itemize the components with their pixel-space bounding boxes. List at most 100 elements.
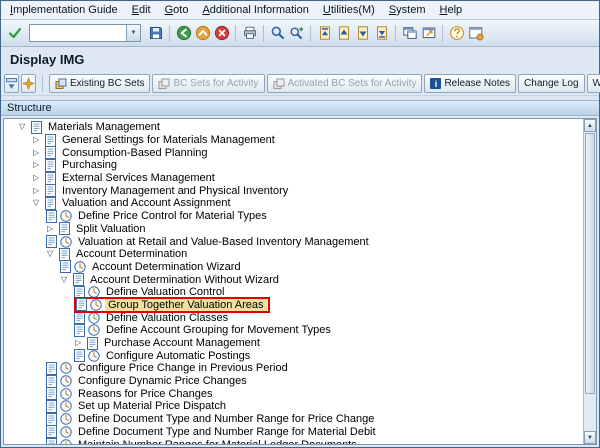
- expand-arrow-icon[interactable]: ▷: [32, 174, 45, 182]
- create-shortcut-icon[interactable]: [419, 24, 438, 43]
- tree-item-label[interactable]: Materials Management: [45, 121, 163, 133]
- save-icon[interactable]: [146, 24, 165, 43]
- position-button[interactable]: [21, 74, 36, 93]
- tree-item[interactable]: Group Together Valuation Areas: [4, 299, 583, 312]
- expand-arrow-icon[interactable]: ▷: [32, 149, 45, 157]
- img-documentation-icon[interactable]: [45, 159, 56, 172]
- img-documentation-icon[interactable]: [59, 222, 70, 235]
- tree-item-label[interactable]: Configure Dynamic Price Changes: [75, 375, 250, 387]
- img-documentation-icon[interactable]: [45, 172, 56, 185]
- command-history-dropdown-icon[interactable]: [126, 25, 140, 41]
- tree-item-label[interactable]: Define Document Type and Number Range fo…: [75, 413, 377, 425]
- collapse-arrow-icon[interactable]: ▽: [46, 250, 59, 258]
- tree-item-label[interactable]: Valuation at Retail and Value-Based Inve…: [75, 236, 372, 248]
- tree-item[interactable]: Set up Material Price Dispatch: [4, 400, 583, 413]
- img-documentation-icon[interactable]: [74, 324, 85, 337]
- find-icon[interactable]: [268, 24, 287, 43]
- menu-utilities[interactable]: Utilities(M): [316, 2, 382, 18]
- img-documentation-icon[interactable]: [46, 400, 57, 413]
- expand-arrow-icon[interactable]: ▷: [32, 187, 45, 195]
- back-icon[interactable]: [174, 24, 193, 43]
- img-documentation-icon[interactable]: [46, 387, 57, 400]
- img-documentation-icon[interactable]: [46, 210, 57, 223]
- img-documentation-icon[interactable]: [46, 425, 57, 438]
- tree-item[interactable]: Valuation at Retail and Value-Based Inve…: [4, 235, 583, 248]
- execute-activity-icon[interactable]: [88, 312, 100, 324]
- tree-item-label[interactable]: Group Together Valuation Areas: [105, 299, 267, 311]
- img-documentation-icon[interactable]: [46, 235, 57, 248]
- tree-item[interactable]: Configure Automatic Postings: [4, 349, 583, 362]
- existing-bc-sets-button[interactable]: Existing BC Sets: [49, 74, 150, 93]
- tree-item[interactable]: ▽Valuation and Account Assignment: [4, 197, 583, 210]
- expand-arrow-icon[interactable]: ▷: [46, 225, 59, 233]
- img-documentation-icon[interactable]: [59, 248, 70, 261]
- scroll-down-button[interactable]: [584, 431, 596, 444]
- tree-item-label[interactable]: Purchasing: [59, 159, 120, 171]
- scrollbar-thumb[interactable]: [585, 133, 595, 394]
- tree-item-label[interactable]: Define Document Type and Number Range fo…: [75, 426, 379, 438]
- execute-activity-icon[interactable]: [60, 236, 72, 248]
- img-documentation-icon[interactable]: [46, 413, 57, 426]
- new-session-icon[interactable]: [400, 24, 419, 43]
- tree-item[interactable]: Account Determination Wizard: [4, 261, 583, 274]
- img-documentation-icon[interactable]: [46, 375, 57, 388]
- customize-layout-icon[interactable]: [466, 24, 485, 43]
- tree-item-label[interactable]: External Services Management: [59, 172, 218, 184]
- collapse-arrow-icon[interactable]: ▽: [18, 123, 31, 131]
- tree-item[interactable]: Configure Price Change in Previous Perio…: [4, 362, 583, 375]
- execute-activity-icon[interactable]: [90, 299, 102, 311]
- tree-item-label[interactable]: General Settings for Materials Managemen…: [59, 134, 278, 146]
- tree-item[interactable]: ▷ Split Valuation: [4, 223, 583, 236]
- enter-icon[interactable]: [5, 24, 24, 43]
- expand-arrow-icon[interactable]: ▷: [32, 161, 45, 169]
- tree-item-label[interactable]: Valuation and Account Assignment: [59, 197, 234, 209]
- last-page-icon[interactable]: [372, 24, 391, 43]
- tree-item-label[interactable]: Purchase Account Management: [101, 337, 263, 349]
- img-documentation-icon[interactable]: [76, 298, 87, 311]
- tree-item[interactable]: Define Document Type and Number Range fo…: [4, 413, 583, 426]
- tree-item[interactable]: Define Valuation Classes: [4, 311, 583, 324]
- tree-item[interactable]: ▽Account Determination: [4, 248, 583, 261]
- execute-activity-icon[interactable]: [60, 439, 72, 444]
- execute-activity-icon[interactable]: [60, 362, 72, 374]
- execute-activity-icon[interactable]: [60, 413, 72, 425]
- cancel-icon[interactable]: [212, 24, 231, 43]
- tree-item-label[interactable]: Maintain Number Ranges for Material Ledg…: [75, 439, 360, 444]
- first-page-icon[interactable]: [315, 24, 334, 43]
- tree-item-label[interactable]: Account Determination Without Wizard: [87, 274, 282, 286]
- activated-bc-sets-for-activity-button[interactable]: Activated BC Sets for Activity: [267, 74, 423, 93]
- execute-activity-icon[interactable]: [88, 324, 100, 336]
- tree-item[interactable]: Reasons for Price Changes: [4, 387, 583, 400]
- img-documentation-icon[interactable]: [74, 349, 85, 362]
- menu-additional-information[interactable]: Additional Information: [195, 2, 315, 18]
- release-notes-button[interactable]: Release Notes: [424, 74, 516, 93]
- menu-goto[interactable]: Goto: [158, 2, 196, 18]
- menu-help[interactable]: Help: [433, 2, 470, 18]
- help-icon[interactable]: [447, 24, 466, 43]
- find-next-icon[interactable]: [287, 24, 306, 43]
- exit-icon[interactable]: [193, 24, 212, 43]
- menu-system[interactable]: System: [382, 2, 433, 18]
- tree-item[interactable]: ▽ Account Determination Without Wizard: [4, 273, 583, 286]
- execute-activity-icon[interactable]: [74, 261, 86, 273]
- tree-item[interactable]: Define Price Control for Material Types: [4, 210, 583, 223]
- tree-item-label[interactable]: Set up Material Price Dispatch: [75, 400, 229, 412]
- bc-sets-for-activity-button[interactable]: BC Sets for Activity: [152, 74, 264, 93]
- collapse-arrow-icon[interactable]: ▽: [60, 276, 73, 284]
- tree-item[interactable]: Configure Dynamic Price Changes: [4, 375, 583, 388]
- tree-item-label[interactable]: Define Price Control for Material Types: [75, 210, 270, 222]
- expand-arrow-icon[interactable]: ▷: [32, 136, 45, 144]
- tree-item[interactable]: ▷ Inventory Management and Physical Inven…: [4, 184, 583, 197]
- tree-item-label[interactable]: Split Valuation: [73, 223, 149, 235]
- tree-item[interactable]: ▷Purchase Account Management: [4, 337, 583, 350]
- tree-item-label[interactable]: Account Determination Wizard: [89, 261, 244, 273]
- img-documentation-icon[interactable]: [87, 337, 98, 350]
- scrollbar-track[interactable]: [584, 132, 596, 431]
- tree-item-label[interactable]: Inventory Management and Physical Invent…: [59, 185, 291, 197]
- tree-item-label[interactable]: Define Account Grouping for Movement Typ…: [103, 324, 334, 336]
- scroll-up-button[interactable]: [584, 119, 596, 132]
- img-documentation-icon[interactable]: [46, 362, 57, 375]
- command-field[interactable]: [30, 26, 126, 40]
- tree-item[interactable]: Maintain Number Ranges for Material Ledg…: [4, 438, 583, 444]
- execute-activity-icon[interactable]: [60, 210, 72, 222]
